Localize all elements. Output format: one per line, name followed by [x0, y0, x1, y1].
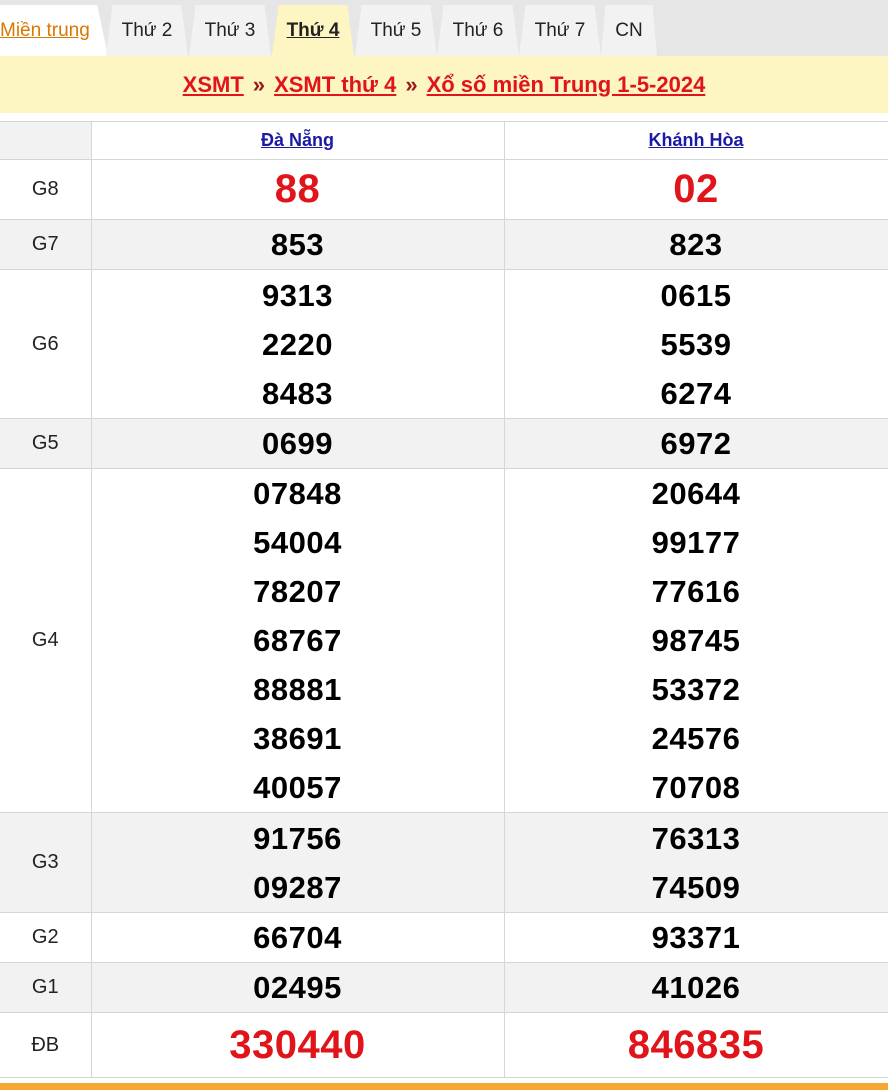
prize-row-g3: G3 91756 09287 76313 74509: [0, 812, 888, 913]
prize-row-g1: G1 02495 41026: [0, 962, 888, 1013]
prize-rows: G8 88 02 G7 853 823 G6 9313 2220 8483 0615 5539 6274…: [0, 159, 888, 1078]
prize-cell: 02495: [90, 962, 505, 1013]
prize-cell: 9313 2220 8483: [90, 269, 505, 419]
prize-number: 78207: [253, 574, 342, 609]
prize-label: G8: [0, 159, 92, 220]
prize-number: 38691: [253, 721, 342, 756]
prize-number: 93371: [651, 920, 741, 955]
prize-number: 68767: [253, 623, 342, 658]
prize-label: G2: [0, 912, 92, 963]
prize-number: 853: [270, 227, 325, 262]
day-tabs: Miền trung Thứ 2 Thứ 3 Thứ 4 Thứ 5 Thứ 6…: [0, 0, 888, 56]
prize-number: 8483: [262, 375, 333, 411]
prize-number: 41026: [651, 970, 741, 1005]
prize-cell: 823: [503, 219, 888, 270]
prize-cell: 20644 99177 77616 98745 53372 24576 70708: [503, 468, 888, 813]
prize-number: 6972: [660, 426, 732, 461]
prize-label: G4: [0, 468, 92, 813]
breadcrumb-xsmt[interactable]: XSMT: [183, 72, 244, 98]
prize-cell: 66704: [90, 912, 505, 963]
prize-number: 53372: [651, 672, 741, 707]
province-link-khanh-hoa[interactable]: Khánh Hòa: [648, 130, 743, 150]
prize-cell: 0699: [90, 418, 505, 469]
prize-number: 0615: [660, 277, 732, 313]
prize-number: 07848: [253, 476, 342, 511]
prize-number: 91756: [253, 820, 342, 856]
prize-number: 20644: [651, 476, 741, 511]
prize-label: G6: [0, 269, 92, 419]
prize-row-g8: G8 88 02: [0, 159, 888, 220]
prize-number: 09287: [253, 869, 342, 905]
bottom-border: [0, 1083, 888, 1090]
prize-row-g5: G5 0699 6972: [0, 418, 888, 469]
prize-number: 54004: [253, 525, 342, 560]
prize-number: 88881: [253, 672, 342, 707]
corner-cell: [0, 121, 92, 160]
prize-number: 40057: [253, 770, 342, 805]
prize-number: 24576: [651, 721, 741, 756]
prize-cell: 41026: [503, 962, 888, 1013]
prize-cell: 07848 54004 78207 68767 88881 38691 40057: [90, 468, 505, 813]
breadcrumb-xsmt-thu-4[interactable]: XSMT thứ 4: [274, 72, 396, 98]
province-link-da-nang[interactable]: Đà Nẵng: [261, 130, 334, 150]
prize-number: 0699: [262, 426, 333, 461]
province-header-row: Đà Nẵng Khánh Hòa: [0, 121, 888, 160]
prize-number: 70708: [651, 770, 741, 805]
tab-thu-6[interactable]: Thứ 6: [437, 5, 519, 56]
tab-cn[interactable]: CN: [601, 5, 657, 56]
prize-number: 846835: [627, 1022, 765, 1067]
tab-thu-7[interactable]: Thứ 7: [519, 5, 601, 56]
prize-number: 330440: [229, 1022, 366, 1067]
prize-cell: 93371: [503, 912, 888, 963]
prize-row-g6: G6 9313 2220 8483 0615 5539 6274: [0, 269, 888, 419]
prize-label: G3: [0, 812, 92, 913]
prize-row-g7: G7 853 823: [0, 219, 888, 270]
tab-thu-5[interactable]: Thứ 5: [355, 5, 437, 56]
prize-cell: 88: [90, 159, 505, 220]
prize-cell: 846835: [503, 1012, 888, 1078]
breadcrumb: XSMT » XSMT thứ 4 » Xổ số miền Trung 1-5…: [0, 56, 888, 113]
prize-label: G5: [0, 418, 92, 469]
prize-label: G7: [0, 219, 92, 270]
prize-number: 74509: [651, 869, 741, 905]
results-table: Đà Nẵng Khánh Hòa G8 88 02 G7 853 823 G6 9313 22…: [0, 121, 888, 1078]
breadcrumb-separator: »: [252, 71, 266, 97]
prize-row-đb: ĐB 330440 846835: [0, 1012, 888, 1078]
prize-label: ĐB: [0, 1012, 92, 1078]
prize-cell: 0615 5539 6274: [503, 269, 888, 419]
prize-label: G1: [0, 962, 92, 1013]
breadcrumb-current-page[interactable]: Xổ số miền Trung 1-5-2024: [427, 72, 706, 98]
prize-number: 823: [669, 227, 723, 262]
province-header: Đà Nẵng: [90, 121, 505, 160]
prize-cell: 02: [503, 159, 888, 220]
prize-number: 99177: [651, 525, 741, 560]
tab-thu-4[interactable]: Thứ 4: [272, 5, 354, 56]
prize-row-g4: G4 07848 54004 78207 68767 88881 38691 40057 206…: [0, 468, 888, 813]
prize-number: 9313: [262, 277, 333, 313]
prize-number: 76313: [651, 820, 741, 856]
prize-cell: 6972: [503, 418, 888, 469]
prize-number: 02: [673, 167, 719, 211]
prize-number: 02495: [253, 970, 342, 1005]
tab-thu-2[interactable]: Thứ 2: [106, 5, 188, 56]
prize-row-g2: G2 66704 93371: [0, 912, 888, 963]
prize-number: 2220: [262, 326, 333, 362]
prize-cell: 330440: [90, 1012, 505, 1078]
prize-cell: 76313 74509: [503, 812, 888, 913]
province-header: Khánh Hòa: [503, 121, 888, 160]
prize-number: 66704: [253, 920, 342, 955]
tab-thu-3[interactable]: Thứ 3: [189, 5, 271, 56]
prize-number: 6274: [660, 375, 732, 411]
prize-number: 88: [274, 167, 321, 211]
prize-number: 77616: [651, 574, 741, 609]
prize-cell: 853: [90, 219, 505, 270]
prize-number: 98745: [651, 623, 741, 658]
tab-mien-trung[interactable]: Miền trung: [0, 5, 108, 56]
prize-number: 5539: [660, 326, 732, 362]
prize-cell: 91756 09287: [90, 812, 505, 913]
breadcrumb-separator: »: [405, 71, 418, 97]
